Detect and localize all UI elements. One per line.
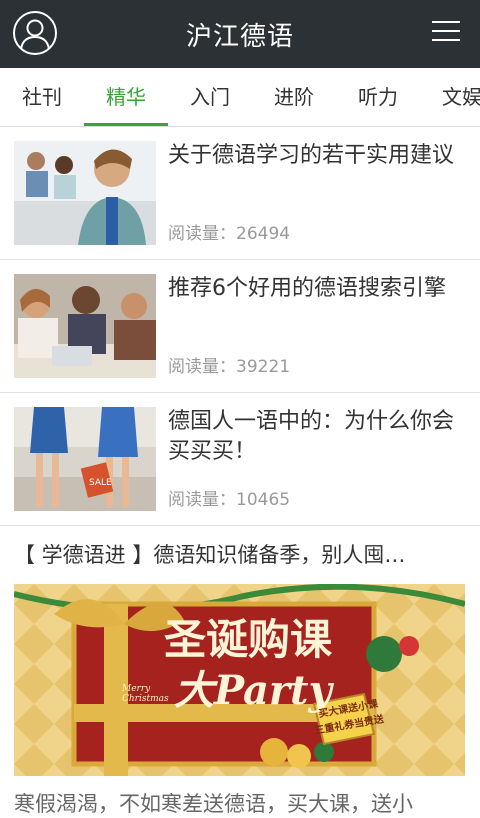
read-count: 阅读量：10465: [168, 485, 466, 510]
shopping-legs-photo-icon: SALE: [14, 407, 156, 511]
category-tabs: 社刊 精华 入门 进阶 听力 文娱: [0, 68, 480, 127]
promo-title[interactable]: 【 学德语进 】德语知识储备季，别人囤…: [14, 540, 466, 570]
article-title[interactable]: 关于德语学习的若干实用建议: [168, 141, 454, 201]
avatar-icon[interactable]: [13, 11, 57, 55]
svg-text:SALE: SALE: [89, 478, 112, 488]
read-count-label: 阅读量：: [168, 357, 236, 377]
article-thumbnail: [14, 141, 156, 245]
article-info: 德国人一语中的：为什么你会买买买！ 阅读量：10465: [156, 407, 466, 525]
top-app-bar: 沪江德语: [0, 0, 480, 68]
tab-jinjie[interactable]: 进阶: [252, 68, 336, 126]
article-item[interactable]: SALE 德国人一语中的：为什么你会买买买！ 阅读量：10465: [0, 393, 480, 526]
banner-ribbon: Merry Christmas: [122, 684, 169, 704]
article-info: 推荐6个好用的德语搜索引擎 阅读量：39221: [156, 274, 446, 392]
read-count-value: 10465: [236, 490, 291, 510]
article-thumbnail: [14, 274, 156, 378]
tab-tingli[interactable]: 听力: [336, 68, 420, 126]
article-title[interactable]: 推荐6个好用的德语搜索引擎: [168, 274, 446, 334]
read-count-label: 阅读量：: [168, 224, 236, 244]
promo-banner[interactable]: 圣诞购课 大Party Merry Christmas 买大课送小课 三重礼券当…: [14, 584, 465, 776]
tab-jinghua[interactable]: 精华: [84, 68, 168, 126]
article-title[interactable]: 德国人一语中的：为什么你会买买买！: [168, 407, 466, 467]
classroom-photo-icon: [14, 141, 156, 245]
students-laptop-photo-icon: [14, 274, 156, 378]
read-count: 阅读量：39221: [168, 352, 446, 377]
tab-shekan[interactable]: 社刊: [0, 68, 84, 126]
promo-snippet: 寒假渴渴，不如寒差送德语，买大课，送小: [14, 792, 413, 816]
read-count: 阅读量：26494: [168, 219, 454, 244]
promo-item[interactable]: 【 学德语进 】德语知识储备季，别人囤… 圣诞购课 大Party Merry C…: [0, 526, 480, 818]
article-item[interactable]: 推荐6个好用的德语搜索引擎 阅读量：39221: [0, 260, 480, 393]
app-title: 沪江德语: [185, 21, 294, 52]
read-count-value: 26494: [236, 224, 291, 244]
tab-wenyu[interactable]: 文娱: [420, 68, 480, 126]
banner-headline-2: 大Party: [174, 667, 332, 714]
article-thumbnail: SALE: [14, 407, 156, 511]
article-info: 关于德语学习的若干实用建议 阅读量：26494: [156, 141, 454, 259]
read-count-value: 39221: [236, 357, 291, 377]
read-count-label: 阅读量：: [168, 490, 236, 510]
article-item[interactable]: 关于德语学习的若干实用建议 阅读量：26494: [0, 127, 480, 260]
tab-rumen[interactable]: 入门: [168, 68, 252, 126]
menu-icon[interactable]: [432, 20, 460, 42]
